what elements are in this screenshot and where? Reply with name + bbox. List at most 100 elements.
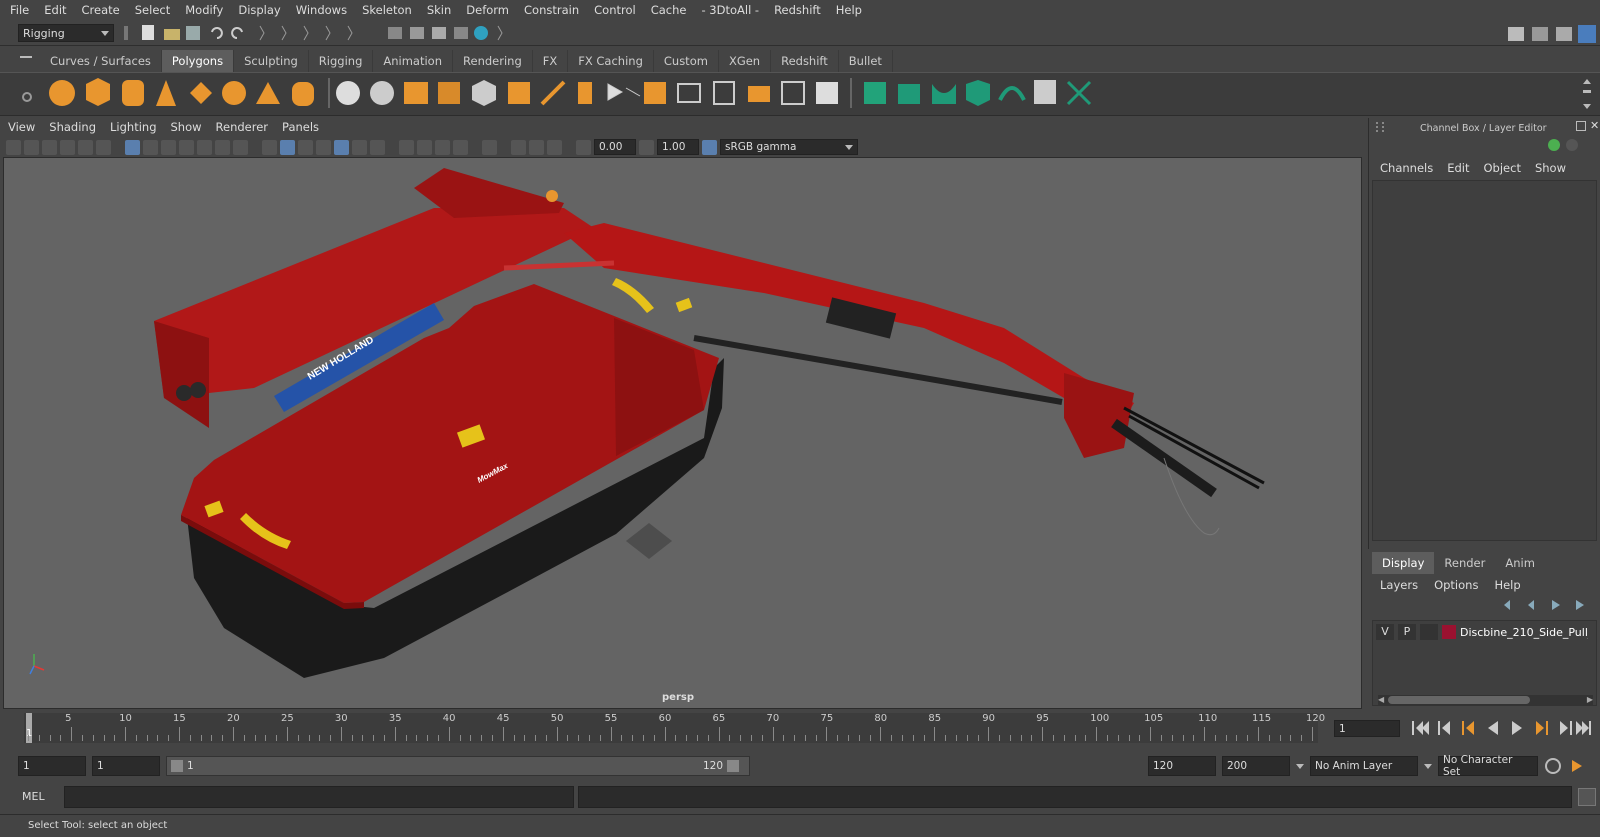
exposure-icon[interactable]	[576, 139, 591, 155]
menu-deform[interactable]: Deform	[466, 3, 509, 17]
viewport-persp[interactable]: NEW HOLLAND MowMax	[3, 157, 1362, 709]
xray-joints-icon[interactable]	[435, 139, 450, 155]
menu-control[interactable]: Control	[594, 3, 636, 17]
menu-modify[interactable]: Modify	[185, 3, 223, 17]
shelf-scroll-icons[interactable]	[1582, 76, 1592, 112]
layer-scrollbar[interactable]: ◀ ▶	[1378, 695, 1593, 705]
float-panel-icon[interactable]	[1576, 121, 1586, 131]
menuset-dropdown[interactable]: Rigging	[18, 24, 114, 42]
anti-aliasing-icon[interactable]	[547, 139, 562, 155]
scroll-right-icon[interactable]: ▶	[1587, 696, 1593, 704]
layer-tab-render[interactable]: Render	[1434, 552, 1496, 574]
safe-title-icon[interactable]	[233, 139, 248, 155]
chevron-down-icon[interactable]	[1424, 763, 1432, 769]
menu--3dtoall-[interactable]: - 3DtoAll -	[701, 3, 759, 17]
motion-blur-icon[interactable]	[529, 139, 544, 155]
shelf-icons[interactable]	[48, 76, 1118, 112]
resolution-gate-icon[interactable]	[161, 139, 176, 155]
panel-menu-renderer[interactable]: Renderer	[216, 120, 269, 134]
image-plane-icon[interactable]	[60, 139, 75, 155]
menu-edit[interactable]: Edit	[44, 3, 66, 17]
safe-action-icon[interactable]	[215, 139, 230, 155]
panel-menu-shading[interactable]: Shading	[49, 120, 96, 134]
layer-tool-icons[interactable]	[1500, 597, 1596, 616]
time-slider[interactable]: 1 5 10 15 20 25 30 35 40 45 50 55 60 65 70 75 80 85 90 95 1…	[24, 713, 1325, 743]
character-set-dropdown[interactable]: No Character Set	[1438, 754, 1538, 778]
channel-menu-edit[interactable]: Edit	[1447, 161, 1469, 175]
camera-attributes-icon[interactable]	[24, 139, 39, 155]
color-management-icon[interactable]	[702, 139, 717, 155]
anim-layer-dropdown[interactable]: No Anim Layer	[1310, 756, 1418, 776]
panel-menu-lighting[interactable]: Lighting	[110, 120, 156, 134]
layer-color-swatch[interactable]	[1442, 625, 1456, 639]
gamma-icon[interactable]	[639, 139, 654, 155]
film-gate-icon[interactable]	[143, 139, 158, 155]
2d-pan-zoom-icon[interactable]	[78, 139, 93, 155]
colorspace-dropdown[interactable]: sRGB gamma	[720, 139, 858, 155]
menu-create[interactable]: Create	[82, 3, 120, 17]
shadows-icon[interactable]	[370, 139, 385, 155]
range-slider[interactable]: 1 120	[166, 756, 750, 776]
layer-display-type[interactable]	[1420, 624, 1438, 640]
grid-icon[interactable]	[125, 139, 140, 155]
layer-row[interactable]: V P Discbine_210_Side_Pull_l	[1376, 624, 1588, 640]
workspace-icons[interactable]	[1508, 24, 1598, 47]
menu-skin[interactable]: Skin	[427, 3, 451, 17]
shelf-settings-icon[interactable]	[22, 92, 32, 102]
isolate-select-icon[interactable]	[482, 139, 497, 155]
shelf-menu-icon[interactable]	[20, 56, 32, 58]
channel-box-area[interactable]	[1372, 180, 1597, 541]
menu-display[interactable]: Display	[238, 3, 280, 17]
playback-end-field[interactable]: 120	[1148, 756, 1216, 776]
backface-culling-icon[interactable]	[453, 139, 468, 155]
shelf-tab-curves-surfaces[interactable]: Curves / Surfaces	[40, 50, 162, 72]
layer-tab-display[interactable]: Display	[1372, 552, 1435, 574]
gate-mask-icon[interactable]	[179, 139, 194, 155]
layer-menu-layers[interactable]: Layers	[1380, 578, 1418, 592]
bookmark-icon[interactable]	[42, 139, 57, 155]
xray-active-icon[interactable]	[417, 139, 432, 155]
gamma-field[interactable]: 1.00	[657, 139, 699, 155]
menu-constrain[interactable]: Constrain	[524, 3, 579, 17]
shelf-tab-redshift[interactable]: Redshift	[771, 50, 839, 72]
command-input[interactable]	[64, 786, 574, 808]
shelf-tab-bullet[interactable]: Bullet	[838, 50, 893, 72]
grease-pencil-icon[interactable]	[96, 139, 111, 155]
camera-icon[interactable]	[6, 139, 21, 155]
menu-file[interactable]: File	[10, 3, 29, 17]
channel-box-icons[interactable]	[1546, 137, 1596, 156]
current-frame-field[interactable]: 1	[1334, 720, 1400, 737]
script-editor-icon[interactable]	[1578, 788, 1596, 806]
textured-icon[interactable]	[334, 139, 349, 155]
scroll-left-icon[interactable]: ◀	[1378, 696, 1384, 704]
ambient-occlusion-icon[interactable]	[511, 139, 526, 155]
channel-menu-channels[interactable]: Channels	[1380, 161, 1433, 175]
range-tool-icons[interactable]	[1544, 757, 1588, 775]
layer-visibility-toggle[interactable]: V	[1376, 624, 1394, 640]
wireframe-icon[interactable]	[262, 139, 277, 155]
shelf-tab-custom[interactable]: Custom	[653, 50, 719, 72]
default-material-icon[interactable]	[298, 139, 313, 155]
shelf-tab-fx[interactable]: FX	[532, 50, 569, 72]
layer-playback-toggle[interactable]: P	[1398, 624, 1416, 640]
status-tool-icons[interactable]	[124, 24, 504, 42]
xray-icon[interactable]	[399, 139, 414, 155]
command-language-label[interactable]: MEL	[22, 790, 45, 803]
menu-skeleton[interactable]: Skeleton	[362, 3, 412, 17]
playback-start-field[interactable]: 1	[92, 756, 160, 776]
layer-tab-anim[interactable]: Anim	[1495, 552, 1545, 574]
playback-controls[interactable]	[1410, 719, 1592, 740]
drag-handle-icon[interactable]	[1376, 122, 1384, 132]
use-all-lights-icon[interactable]	[352, 139, 367, 155]
exposure-field[interactable]: 0.00	[594, 139, 636, 155]
shelf-tab-sculpting[interactable]: Sculpting	[234, 50, 309, 72]
range-start-handle[interactable]	[171, 760, 183, 772]
shelf-tab-polygons[interactable]: Polygons	[161, 50, 235, 72]
smooth-shade-icon[interactable]	[280, 139, 295, 155]
panel-menu-view[interactable]: View	[8, 120, 35, 134]
layer-menu-help[interactable]: Help	[1494, 578, 1520, 592]
shelf-tab-rendering[interactable]: Rendering	[453, 50, 533, 72]
close-icon[interactable]: ✕	[1590, 119, 1599, 132]
layer-name[interactable]: Discbine_210_Side_Pull_l	[1460, 626, 1588, 639]
menu-help[interactable]: Help	[836, 3, 862, 17]
